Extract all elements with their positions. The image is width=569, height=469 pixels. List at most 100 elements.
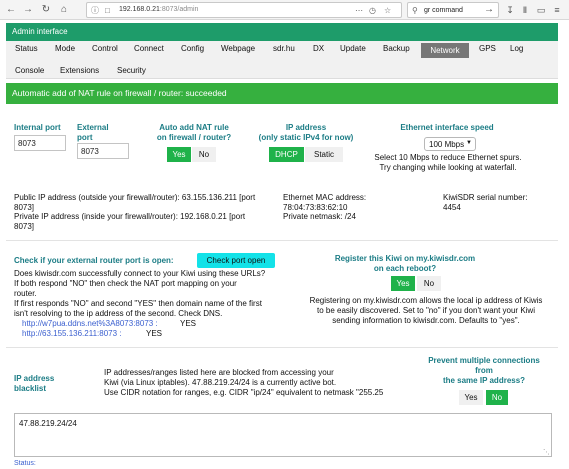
external-port-input[interactable]: 8073 — [77, 143, 129, 159]
status-message-bar: Automatic add of NAT rule on firewall / … — [6, 83, 558, 104]
home-icon[interactable]: ⌂ — [58, 4, 70, 16]
tab-connect[interactable]: Connect — [134, 41, 164, 56]
admin-header: Admin interface — [6, 23, 558, 41]
search-icon: ⚲ — [412, 6, 418, 15]
tab-status[interactable]: Status — [15, 41, 38, 56]
chevron-down-icon: ▼ — [466, 140, 472, 146]
ethernet-speed-label: Ethernet interface speed — [400, 123, 494, 132]
bookmark-star-icon[interactable]: ☆ — [384, 5, 391, 16]
info-icon[interactable]: ⓘ — [91, 5, 99, 16]
tab-dx[interactable]: DX — [313, 41, 324, 56]
blacklist-desc-1: IP addresses/ranges listed here are bloc… — [104, 368, 334, 377]
serial-number-value: 4454 — [443, 203, 461, 212]
ethernet-speed-value: 100 Mbps — [429, 140, 465, 149]
url-host: 192.168.0.21 — [119, 6, 160, 13]
external-port-label-2: port — [77, 133, 93, 142]
resize-handle-icon[interactable]: ⋱ — [543, 448, 550, 456]
dhcp-button[interactable]: DHCP — [269, 147, 304, 162]
tab-gps[interactable]: GPS — [479, 41, 496, 56]
check-port-heading: Check if your external router port is op… — [14, 256, 174, 265]
reload-icon[interactable]: ↻ — [40, 4, 52, 16]
check-desc-line-4: If first responds "NO" and second "YES" … — [14, 299, 262, 308]
mac-address-label: Ethernet MAC address: — [283, 193, 367, 202]
status-link-partial[interactable]: Status: — [14, 459, 36, 469]
search-box[interactable]: ⚲ gr command → — [407, 2, 499, 18]
tab-backup[interactable]: Backup — [383, 41, 410, 56]
check-url-2-link[interactable]: http://63.155.136.211:8073 : — [22, 329, 122, 339]
nat-rule-label-2: on firewall / router? — [156, 133, 232, 142]
tab-log[interactable]: Log — [510, 41, 523, 56]
blacklist-desc-3: Use CIDR notation for ranges, e.g. CIDR … — [104, 388, 384, 397]
static-button[interactable]: Static — [305, 147, 343, 162]
check-desc-line-1: Does kiwisdr.com successfully connect to… — [14, 269, 266, 278]
internal-port-label: Internal port — [14, 123, 61, 132]
ethernet-note-1: Select 10 Mbps to reduce Ethernet spurs. — [374, 153, 522, 162]
address-bar[interactable]: ⓘ □ 192.168.0.21:8073/admin ⋯ ◷ ☆ — [86, 2, 402, 18]
external-port-label-1: External — [77, 123, 109, 132]
browser-toolbar: ← → ↻ ⌂ ⓘ □ 192.168.0.21:8073/admin ⋯ ◷ … — [0, 0, 569, 20]
back-icon[interactable]: ← — [5, 4, 17, 16]
internal-port-input[interactable]: 8073 — [14, 135, 66, 151]
tab-network[interactable]: Network — [421, 43, 469, 58]
tab-extensions[interactable]: Extensions — [60, 63, 99, 78]
register-desc-1: Registering on my.kiwisdr.com allows the… — [309, 296, 543, 305]
tab-config[interactable]: Config — [181, 41, 204, 56]
page-icon: □ — [105, 6, 110, 15]
register-yes-button[interactable]: Yes — [391, 276, 415, 291]
check-url-1-link[interactable]: http://w7pua.ddns.net%3A8073:8073 : — [22, 319, 158, 329]
tab-mode[interactable]: Mode — [55, 41, 75, 56]
menu-icon[interactable]: ≡ — [551, 4, 563, 16]
tab-control[interactable]: Control — [92, 41, 118, 56]
ip-address-label-1: IP address — [285, 123, 327, 132]
check-url-1-result: YES — [180, 319, 197, 328]
multi-conn-label-3: the same IP address? — [442, 376, 526, 385]
register-no-button[interactable]: No — [417, 276, 441, 291]
blacklist-textarea-value: 47.88.219.24/24 — [19, 419, 77, 428]
register-label-2: on each reboot? — [373, 264, 437, 273]
multi-conn-no-button[interactable]: No — [486, 390, 508, 405]
multi-conn-label-1: Prevent multiple connections — [428, 356, 540, 365]
divider — [6, 347, 558, 348]
private-ip-line-1: Private IP address (inside your firewall… — [14, 212, 246, 221]
search-input[interactable]: gr command — [424, 6, 463, 16]
register-desc-2: to be easily discovered. Set to "no" if … — [317, 306, 535, 315]
tab-bar: Status Mode Control Connect Config Webpa… — [6, 41, 558, 79]
serial-number-label: KiwiSDR serial number: — [443, 193, 528, 202]
sidebar-icon[interactable]: ▭ — [535, 4, 547, 16]
check-desc-line-5: isn't resolving to the ip address of the… — [14, 309, 223, 318]
tab-console[interactable]: Console — [15, 63, 44, 78]
ethernet-note-2: Try changing while looking at waterfall. — [379, 163, 517, 172]
check-port-open-button[interactable]: Check port open — [197, 253, 275, 268]
check-desc-line-3: router. — [14, 289, 37, 298]
admin-title: Admin interface — [12, 27, 68, 36]
blacklist-desc-2: Kiwi (via Linux iptables). 47.88.219.24/… — [104, 378, 337, 387]
public-ip-line-1: Public IP address (outside your firewall… — [14, 193, 256, 202]
ip-address-label-2: (only static IPv4 for now) — [258, 133, 354, 142]
register-desc-3: sending information to kiwisdr.com. Defa… — [332, 316, 520, 325]
url-path: :8073/admin — [159, 6, 199, 13]
nat-rule-label-1: Auto add NAT rule — [159, 123, 229, 132]
ethernet-speed-select[interactable]: 100 Mbps ▼ — [424, 137, 476, 151]
tab-update[interactable]: Update — [340, 41, 366, 56]
private-ip-line-2: 8073] — [14, 222, 35, 231]
tab-security[interactable]: Security — [117, 63, 146, 78]
private-netmask: Private netmask: /24 — [283, 212, 356, 221]
more-icon[interactable]: ⋯ — [355, 5, 363, 16]
blacklist-label-1: IP address — [14, 374, 55, 383]
tab-sdrhu[interactable]: sdr.hu — [273, 41, 295, 56]
blacklist-label-2: blacklist — [14, 384, 47, 393]
multi-conn-yes-button[interactable]: Yes — [459, 390, 483, 405]
forward-icon[interactable]: → — [22, 4, 34, 16]
pocket-icon[interactable]: ◷ — [369, 5, 376, 16]
blacklist-textarea[interactable]: 47.88.219.24/24 ⋱ — [14, 413, 552, 457]
nat-no-button[interactable]: No — [192, 147, 216, 162]
divider — [6, 240, 558, 241]
nat-yes-button[interactable]: Yes — [167, 147, 191, 162]
status-message: Automatic add of NAT rule on firewall / … — [12, 88, 227, 98]
downloads-icon[interactable]: ↧ — [504, 4, 516, 16]
tab-webpage[interactable]: Webpage — [221, 41, 255, 56]
library-icon[interactable]: Ⅱ — [519, 4, 531, 16]
check-url-2-result: YES — [146, 329, 163, 338]
multi-conn-label-2: from — [475, 366, 493, 375]
go-arrow-icon[interactable]: → — [484, 4, 494, 16]
